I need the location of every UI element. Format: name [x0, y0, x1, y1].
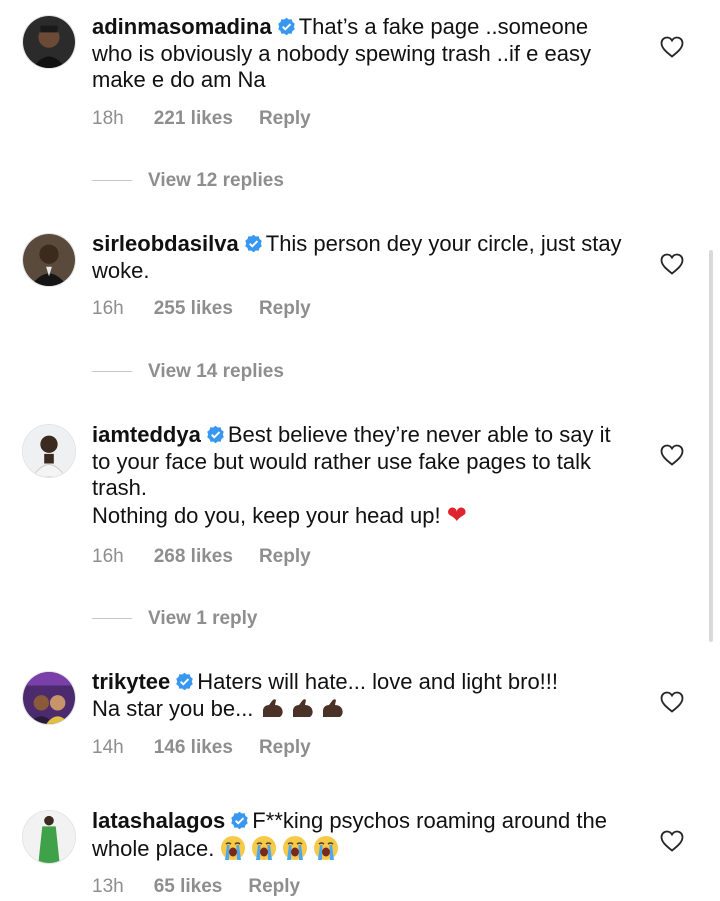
flexed-biceps-emoji	[262, 698, 283, 717]
comment-likes[interactable]: 268 likes	[154, 546, 233, 567]
comment-body: trikytee Haters will hate... love and lig…	[92, 669, 632, 722]
like-heart-icon[interactable]	[660, 444, 684, 466]
view-replies-label: View 1 reply	[148, 608, 258, 629]
flexed-biceps-emoji	[322, 698, 343, 717]
view-replies-label: View 12 replies	[148, 170, 284, 191]
comment-username[interactable]: adinmasomadina	[92, 14, 272, 39]
comment-body: adinmasomadina That’s a fake page ..someo…	[92, 14, 632, 94]
comment-time: 13h	[92, 876, 124, 897]
reply-button[interactable]: Reply	[259, 298, 311, 319]
comment-text-line2: Nothing do you, keep your head up!	[92, 502, 441, 528]
view-replies-button[interactable]: View 12 replies	[92, 170, 284, 192]
like-heart-icon[interactable]	[660, 36, 684, 58]
comment-username[interactable]: trikytee	[92, 669, 170, 694]
comment-meta: 16h 255 likes Reply	[92, 298, 337, 320]
comment-body: sirleobdasilva This person dey your circl…	[92, 231, 632, 284]
comment-likes[interactable]: 221 likes	[154, 108, 233, 129]
comment-meta: 14h 146 likes Reply	[92, 737, 337, 759]
avatar[interactable]	[22, 671, 76, 725]
comment-likes[interactable]: 255 likes	[154, 298, 233, 319]
verified-badge-icon	[244, 234, 262, 253]
loudly-crying-face-emoji	[314, 835, 339, 860]
reply-button[interactable]: Reply	[259, 546, 311, 567]
scrollbar[interactable]	[709, 250, 713, 642]
comment-text: Haters will hate... love and light bro!!…	[197, 669, 559, 694]
reply-button[interactable]: Reply	[259, 108, 311, 129]
comment-time: 14h	[92, 737, 124, 758]
like-heart-icon[interactable]	[660, 830, 684, 852]
comment-time: 18h	[92, 108, 124, 129]
view-replies-button[interactable]: View 1 reply	[92, 608, 258, 630]
loudly-crying-face-emoji	[283, 835, 308, 860]
comment-meta: 16h 268 likes Reply	[92, 546, 337, 568]
comment-text-line2: Na star you be...	[92, 695, 254, 721]
verified-badge-icon	[207, 425, 224, 444]
comment-body: iamteddya Best believe they’re never able…	[92, 422, 632, 529]
view-replies-label: View 14 replies	[148, 361, 284, 382]
like-heart-icon[interactable]	[660, 253, 684, 275]
avatar[interactable]	[22, 15, 76, 69]
avatar[interactable]	[22, 424, 76, 478]
comment-username[interactable]: iamteddya	[92, 422, 201, 447]
avatar[interactable]	[22, 810, 76, 864]
reply-button[interactable]: Reply	[259, 737, 311, 758]
like-heart-icon[interactable]	[660, 691, 684, 713]
loudly-crying-face-emoji	[221, 835, 246, 860]
comment-likes[interactable]: 146 likes	[154, 737, 233, 758]
comment-body: latashalagos F**king psychos roaming arou…	[92, 808, 632, 862]
divider	[92, 180, 132, 182]
comment-likes[interactable]: 65 likes	[154, 876, 223, 897]
red-heart-emoji: ❤	[446, 500, 467, 529]
reply-button[interactable]: Reply	[248, 876, 300, 897]
comment-meta: 13h 65 likes Reply	[92, 876, 326, 898]
verified-badge-icon	[277, 17, 295, 36]
verified-badge-icon	[231, 811, 249, 830]
view-replies-button[interactable]: View 14 replies	[92, 361, 284, 383]
comment-username[interactable]: latashalagos	[92, 808, 225, 833]
comment-time: 16h	[92, 298, 124, 319]
verified-badge-icon	[176, 672, 194, 691]
comment-meta: 18h 221 likes Reply	[92, 108, 337, 130]
divider	[92, 618, 132, 620]
loudly-crying-face-emoji	[252, 835, 277, 860]
flexed-biceps-emoji	[292, 698, 313, 717]
comment-username[interactable]: sirleobdasilva	[92, 231, 239, 256]
avatar[interactable]	[22, 233, 76, 287]
comment-time: 16h	[92, 546, 124, 567]
divider	[92, 371, 132, 373]
